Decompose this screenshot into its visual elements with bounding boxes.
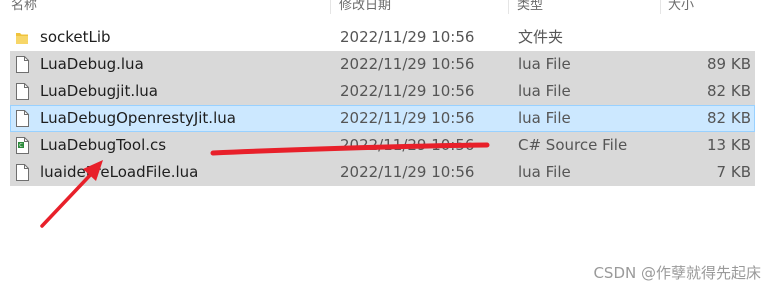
file-type: lua File bbox=[518, 55, 571, 73]
file-name: socketLib bbox=[40, 28, 111, 46]
column-divider[interactable] bbox=[508, 0, 509, 14]
column-header-size[interactable]: 大小 bbox=[668, 0, 694, 13]
folder-icon bbox=[16, 33, 28, 44]
file-type: C# Source File bbox=[518, 136, 628, 154]
column-divider[interactable] bbox=[330, 0, 331, 14]
column-divider[interactable] bbox=[660, 0, 661, 14]
column-header-name[interactable]: 名称 bbox=[11, 0, 37, 13]
file-icon bbox=[16, 110, 29, 127]
file-date: 2022/11/29 10:56 bbox=[340, 109, 475, 127]
file-icon bbox=[16, 164, 29, 181]
file-list: socketLib 2022/11/29 10:56 文件夹 LuaDebug.… bbox=[10, 24, 755, 186]
file-row-socketlib[interactable]: socketLib 2022/11/29 10:56 文件夹 bbox=[10, 24, 755, 51]
column-header-type[interactable]: 类型 bbox=[517, 0, 543, 13]
file-name: LuaDebugjit.lua bbox=[40, 82, 158, 100]
file-date: 2022/11/29 10:56 bbox=[340, 55, 475, 73]
file-icon bbox=[16, 83, 29, 100]
file-size: 82 KB bbox=[707, 82, 751, 100]
file-type: lua File bbox=[518, 163, 571, 181]
watermark-text: CSDN @作孽就得先起床 bbox=[593, 264, 761, 282]
file-type: lua File bbox=[518, 82, 571, 100]
file-icon bbox=[16, 56, 29, 73]
file-row-luadebug[interactable]: LuaDebug.lua 2022/11/29 10:56 lua File 8… bbox=[10, 51, 755, 78]
file-date: 2022/11/29 10:56 bbox=[340, 163, 475, 181]
file-date: 2022/11/29 10:56 bbox=[340, 136, 475, 154]
file-row-luadebugopenrestyjit[interactable]: LuaDebugOpenrestyJit.lua 2022/11/29 10:5… bbox=[10, 105, 755, 132]
file-name: luaidePreLoadFile.lua bbox=[40, 163, 199, 181]
file-type: 文件夹 bbox=[518, 28, 564, 46]
file-size: 82 KB bbox=[707, 109, 751, 127]
csharp-file-icon: C bbox=[16, 137, 29, 154]
file-row-luadebugtool[interactable]: C LuaDebugTool.cs 2022/11/29 10:56 C# So… bbox=[10, 132, 755, 159]
column-header-date[interactable]: 修改日期 bbox=[339, 0, 391, 13]
file-date: 2022/11/29 10:56 bbox=[340, 82, 475, 100]
file-row-luaidepreloadfile[interactable]: luaidePreLoadFile.lua 2022/11/29 10:56 l… bbox=[10, 159, 755, 186]
file-type: lua File bbox=[518, 109, 571, 127]
file-size: 13 KB bbox=[707, 136, 751, 154]
file-size: 7 KB bbox=[716, 163, 751, 181]
file-size: 89 KB bbox=[707, 55, 751, 73]
file-name: LuaDebugTool.cs bbox=[40, 136, 167, 154]
file-name: LuaDebug.lua bbox=[40, 55, 144, 73]
file-date: 2022/11/29 10:56 bbox=[340, 28, 475, 46]
svg-text:C: C bbox=[19, 143, 23, 149]
column-header-bar: 名称 修改日期 类型 大小 bbox=[0, 0, 777, 16]
file-row-luadebugjit[interactable]: LuaDebugjit.lua 2022/11/29 10:56 lua Fil… bbox=[10, 78, 755, 105]
file-name: LuaDebugOpenrestyJit.lua bbox=[40, 109, 236, 127]
